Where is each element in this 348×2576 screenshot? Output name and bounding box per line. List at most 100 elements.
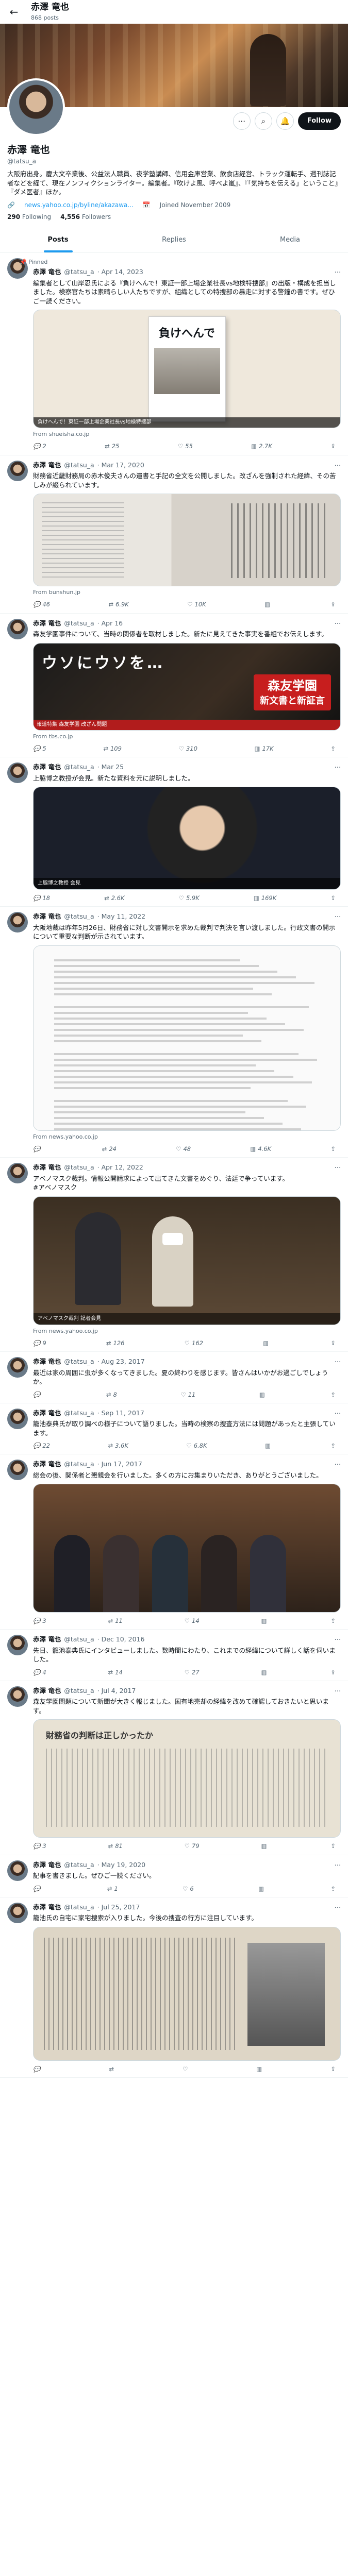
views-button[interactable]: ▥ 4.6K [250,1145,271,1153]
more-icon[interactable]: ⋯ [335,267,341,277]
profile-avatar[interactable] [7,78,65,136]
tweet-date[interactable]: · Dec 10, 2016 [97,1635,145,1644]
press-photo-image[interactable]: 上脇博之教授 会見 [33,787,341,890]
like-button[interactable]: ♡ 6.8K [186,1442,207,1450]
like-button[interactable]: ♡ 11 [180,1391,195,1399]
more-icon[interactable]: ⋯ [335,1409,341,1418]
like-button[interactable]: ♡ 79 [185,1842,200,1850]
tweet[interactable]: 赤澤 竜也 @tatsu_a · Sep 11, 2017 ⋯ 籠池泰典氏が取り… [0,1403,348,1455]
like-button[interactable]: ♡ [183,2065,190,2073]
tweet-author-name[interactable]: 赤澤 竜也 [33,1460,61,1469]
more-icon[interactable]: ⋯ [335,461,341,470]
tweet-avatar[interactable] [7,1163,28,1184]
views-button[interactable]: ▥ [258,1885,266,1893]
reply-button[interactable]: 💬 [33,2065,42,2073]
tweet-date[interactable]: · Aug 23, 2017 [97,1357,145,1366]
more-icon[interactable]: ⋯ [335,619,341,628]
repost-button[interactable]: ⇄ 25 [105,442,119,450]
share-button[interactable]: ⇪ [330,442,336,450]
share-button[interactable]: ⇪ [330,1145,336,1153]
reply-button[interactable]: 💬 [33,1885,42,1893]
tweet-author-name[interactable]: 赤澤 竜也 [33,267,61,277]
tweet-avatar[interactable] [7,1408,28,1429]
more-icon[interactable]: ⋯ [335,1635,341,1644]
repost-button[interactable]: ⇄ 24 [102,1145,117,1153]
newspaper-image[interactable] [33,494,341,587]
tweet-date[interactable]: · Mar 17, 2020 [97,461,144,470]
tweet-date[interactable]: · Apr 12, 2022 [97,1163,143,1172]
tweet-author-name[interactable]: 赤澤 竜也 [33,1409,61,1418]
reply-button[interactable]: 💬 9 [33,1339,46,1347]
tweet[interactable]: 赤澤 竜也 @tatsu_a · Apr 12, 2022 ⋯ アベノマスク裁判… [0,1158,348,1352]
link-source[interactable]: From bunshun.jp [33,588,341,596]
profile-link[interactable]: news.yahoo.co.jp/byline/akazawa... [24,201,134,210]
link-source[interactable]: From news.yahoo.co.jp [33,1133,341,1141]
reply-button[interactable]: 💬 4 [33,1668,46,1676]
reply-button[interactable]: 💬 3 [33,1842,46,1850]
more-options-icon[interactable]: ⋯ [233,112,251,130]
like-button[interactable]: ♡ 6 [183,1885,194,1893]
share-button[interactable]: ⇪ [330,1617,336,1625]
tweet[interactable]: 赤澤 竜也 @tatsu_a · Jul 25, 2017 ⋯ 籠池氏の自宅に家… [0,1897,348,2078]
tweet-author-name[interactable]: 赤澤 竜也 [33,1686,61,1696]
followers-stat[interactable]: 4,556 Followers [60,213,111,222]
link-source[interactable]: From shueisha.co.jp [33,430,341,438]
tweet-date[interactable]: · Apr 14, 2023 [97,267,143,277]
repost-button[interactable]: ⇄ 11 [108,1617,123,1625]
views-button[interactable]: ▥ [256,2065,264,2073]
more-icon[interactable]: ⋯ [335,1163,341,1172]
reply-button[interactable]: 💬 46 [33,600,50,608]
newspaper-clipping-image[interactable]: 財務省の判断は正しかったか [33,1719,341,1838]
repost-button[interactable]: ⇄ 8 [106,1391,117,1399]
share-button[interactable]: ⇪ [330,1339,336,1347]
repost-button[interactable]: ⇄ 126 [106,1339,125,1347]
back-arrow-icon[interactable]: ← [7,5,21,19]
tweet-avatar[interactable] [7,1686,28,1707]
tweet-date[interactable]: · May 11, 2022 [97,912,145,921]
like-button[interactable]: ♡ 48 [176,1145,191,1153]
like-button[interactable]: ♡ 162 [185,1339,203,1347]
like-button[interactable]: ♡ 27 [185,1668,200,1676]
repost-button[interactable]: ⇄ 14 [108,1668,123,1676]
tweet-author-name[interactable]: 赤澤 竜也 [33,1903,61,1912]
repost-button[interactable]: ⇄ 109 [103,744,122,753]
like-button[interactable]: ♡ 55 [178,442,193,450]
book-cover-image[interactable]: 負けへんで 負けへんで！東証一部上場企業社長vs地検特捜部 [33,310,341,429]
tweet[interactable]: 赤澤 竜也 @tatsu_a · Jun 17, 2017 ⋯ 総会の後、関係者… [0,1454,348,1630]
repost-button[interactable]: ⇄ [109,2065,116,2073]
tweet[interactable]: 赤澤 竜也 @tatsu_a · Aug 23, 2017 ⋯ 最近は家の周囲に… [0,1352,348,1403]
tweet-avatar[interactable] [7,618,28,639]
share-button[interactable]: ⇪ [330,1442,336,1450]
tweet[interactable]: 赤澤 竜也 @tatsu_a · May 11, 2022 ⋯ 大阪地裁は昨年5… [0,907,348,1158]
repost-button[interactable]: ⇄ 6.9K [108,600,128,608]
tweet[interactable]: 赤澤 竜也 @tatsu_a · May 19, 2020 ⋯ 記事を書きました… [0,1855,348,1897]
share-button[interactable]: ⇪ [330,600,336,608]
newspaper-clipping-image[interactable] [33,1926,341,2061]
tweet-author-name[interactable]: 赤澤 竜也 [33,1357,61,1366]
repost-button[interactable]: ⇄ 3.6K [108,1442,128,1450]
views-button[interactable]: ▥ [265,1442,273,1450]
tweet-date[interactable]: · Jul 25, 2017 [97,1903,140,1912]
share-button[interactable]: ⇪ [330,1885,336,1893]
tweet-author-name[interactable]: 赤澤 竜也 [33,619,61,628]
tweet-avatar[interactable] [7,1635,28,1656]
share-button[interactable]: ⇪ [330,894,336,902]
tweet-avatar[interactable] [7,1902,28,1923]
tab-media[interactable]: Media [232,228,348,252]
more-icon[interactable]: ⋯ [335,1860,341,1870]
tweet-date[interactable]: · Apr 16 [97,619,123,628]
tweet-date[interactable]: · Sep 11, 2017 [97,1409,144,1418]
more-icon[interactable]: ⋯ [335,1460,341,1469]
tweet[interactable]: 赤澤 竜也 @tatsu_a · Mar 25 ⋯ 上脇博之教授が会見。新たな資… [0,757,348,907]
tweet[interactable]: 赤澤 竜也 @tatsu_a · Mar 17, 2020 ⋯ 財務省近畿財務局… [0,455,348,614]
tweet-author-name[interactable]: 赤澤 竜也 [33,912,61,921]
press-conference-image[interactable]: アベノマスク裁判 記者会見 [33,1196,341,1325]
tv-screenshot-image[interactable]: ウソにウソを… 森友学園 新文書と新証言 報道特集 森友学園 改ざん問題 [33,642,341,731]
views-button[interactable]: ▥ [261,1842,269,1850]
tweet-date[interactable]: · Mar 25 [97,762,124,772]
more-icon[interactable]: ⋯ [335,1357,341,1366]
like-button[interactable]: ♡ 5.9K [179,894,200,902]
follow-button[interactable]: Follow [297,112,341,130]
tweet-date[interactable]: · Jul 4, 2017 [97,1686,136,1696]
views-button[interactable]: ▥ [264,600,272,608]
